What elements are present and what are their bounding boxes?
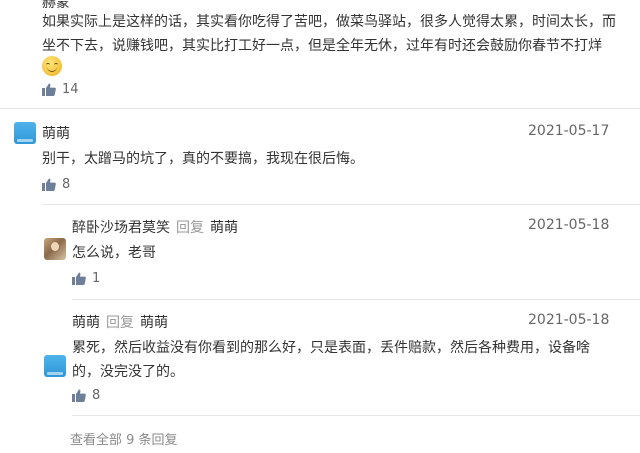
reply-header: 醉卧沙场君莫笑 回复 萌萌 [72, 217, 238, 237]
like-button[interactable]: 8 [72, 388, 100, 403]
like-count: 8 [62, 177, 71, 192]
comment-text-line-2: 坐不下去，说赚钱吧，其实比打工好一点，但是全年无休，过年有时还会鼓励你春节不打烊 [42, 38, 602, 54]
divider [72, 299, 640, 300]
reply-header: 萌萌 回复 萌萌 [72, 312, 168, 332]
thumbs-up-icon [72, 389, 86, 402]
like-button[interactable]: 8 [42, 177, 70, 192]
reply-to-name[interactable]: 萌萌 [140, 312, 168, 332]
replier-name[interactable]: 醉卧沙场君莫笑 [72, 217, 170, 237]
reply-keyword: 回复 [106, 315, 134, 331]
reply-text: 怎么说，老哥 [72, 245, 156, 261]
divider [0, 108, 640, 109]
reply-text-line-2: 的，没完没了的。 [72, 364, 184, 380]
reply-text-line-1: 累死，然后收益没有你看到的那么好，只是表面，丢件赔款，然后各种费用，设备啥 [72, 340, 590, 356]
replier-name[interactable]: 萌萌 [72, 312, 100, 332]
like-count: 1 [92, 271, 101, 286]
divider [72, 415, 640, 416]
comment-date: 2021-05-17 [528, 123, 610, 139]
reply-to-name[interactable]: 萌萌 [210, 217, 238, 237]
thumbs-up-icon [42, 83, 56, 96]
reply-date: 2021-05-18 [528, 217, 610, 233]
thumbs-up-icon [72, 272, 86, 285]
avatar[interactable] [14, 122, 36, 144]
like-button[interactable]: 14 [42, 82, 79, 97]
thumbs-up-icon [42, 178, 56, 191]
like-button[interactable]: 1 [72, 271, 100, 286]
view-all-replies-link[interactable]: 查看全部 9 条回复 [70, 429, 178, 448]
reply-date: 2021-05-18 [528, 312, 610, 328]
divider [42, 204, 640, 205]
like-count: 8 [92, 388, 101, 403]
avatar[interactable] [44, 238, 66, 260]
comment-text: 别干，太蹭马的坑了，真的不要搞，我现在很后悔。 [42, 151, 364, 167]
comment-text-line-1: 如果实际上是这样的话，其实看你吃得了苦吧，做菜鸟驿站，很多人觉得太累，时间太长，… [42, 14, 616, 30]
commenter-name[interactable]: 萌萌 [42, 123, 70, 143]
grinning-face-emoji-icon [42, 56, 62, 80]
avatar[interactable] [44, 355, 66, 377]
like-count: 14 [62, 82, 79, 97]
reply-keyword: 回复 [176, 220, 204, 236]
